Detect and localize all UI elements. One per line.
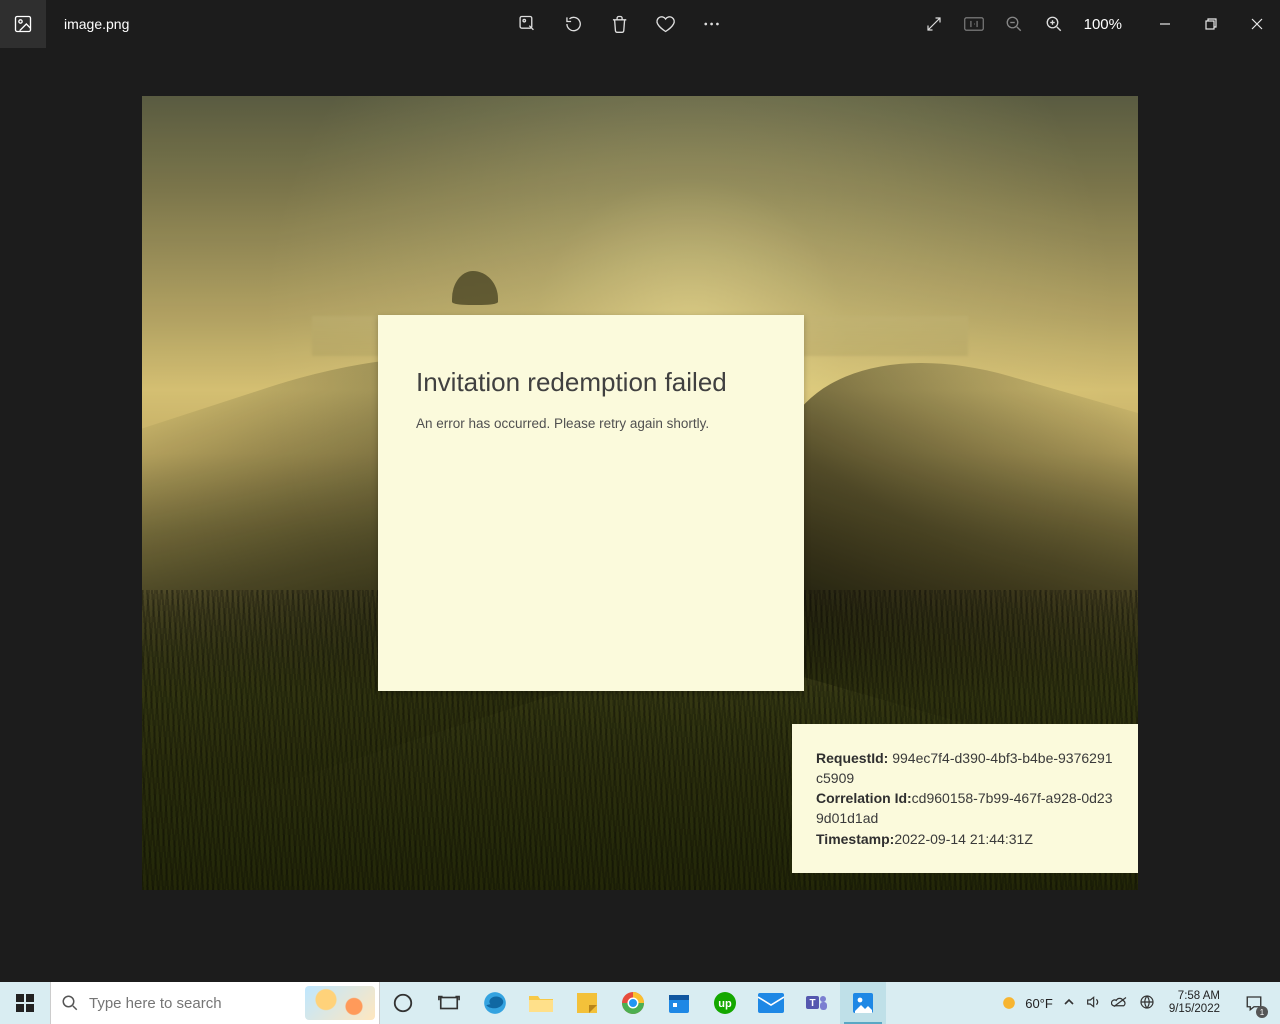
more-icon[interactable] — [702, 14, 722, 34]
svg-text:up: up — [718, 998, 732, 1010]
titlebar-left: image.png — [0, 0, 129, 48]
upwork-icon[interactable]: up — [702, 982, 748, 1024]
correlation-id-row: Correlation Id:cd960158-7b99-467f-a928-0… — [816, 788, 1118, 829]
photos-app-window: image.png — [0, 0, 1280, 982]
timestamp-value: 2022-09-14 21:44:31Z — [894, 831, 1033, 847]
action-center-button[interactable]: 1 — [1234, 982, 1274, 1024]
pinned-apps: up T — [380, 982, 886, 1024]
timestamp-label: Timestamp: — [816, 831, 894, 847]
weather-icon — [999, 993, 1019, 1013]
mail-icon[interactable] — [748, 982, 794, 1024]
search-icon — [61, 994, 79, 1012]
actual-size-icon[interactable] — [964, 14, 984, 34]
clock-time: 7:58 AM — [1178, 990, 1220, 1003]
clock-date: 9/15/2022 — [1169, 1003, 1220, 1016]
zoom-controls: 100% — [924, 14, 1122, 34]
edit-icon[interactable] — [518, 14, 538, 34]
minimize-button[interactable] — [1142, 8, 1188, 40]
cortana-button[interactable] — [380, 982, 426, 1024]
titlebar-tools — [518, 0, 722, 48]
details-card: RequestId: 994ec7f4-d390-4bf3-b4be-93762… — [792, 724, 1138, 873]
error-message: An error has occurred. Please retry agai… — [416, 416, 766, 431]
search-highlight-art — [305, 986, 375, 1020]
sticky-notes-icon[interactable] — [564, 982, 610, 1024]
delete-icon[interactable] — [610, 14, 630, 34]
taskbar-clock[interactable]: 7:58 AM 9/15/2022 — [1165, 990, 1224, 1016]
rotate-icon[interactable] — [564, 14, 584, 34]
request-id-label: RequestId: — [816, 750, 888, 766]
error-card: Invitation redemption failed An error ha… — [378, 315, 804, 691]
taskbar-search[interactable] — [50, 982, 380, 1024]
zoom-out-icon[interactable] — [1004, 14, 1024, 34]
window-controls — [1142, 8, 1280, 40]
teams-icon[interactable]: T — [794, 982, 840, 1024]
taskbar: up T 60°F 7:58 AM 9/15/2022 1 — [0, 982, 1280, 1024]
file-explorer-icon[interactable] — [518, 982, 564, 1024]
chrome-icon[interactable] — [610, 982, 656, 1024]
weather-temp: 60°F — [1025, 996, 1053, 1011]
start-button[interactable] — [0, 982, 50, 1024]
edge-app-icon[interactable] — [472, 982, 518, 1024]
weather-widget[interactable]: 60°F — [999, 993, 1053, 1013]
calendar-icon[interactable] — [656, 982, 702, 1024]
request-id-row: RequestId: 994ec7f4-d390-4bf3-b4be-93762… — [816, 748, 1118, 789]
image-viewport[interactable]: Invitation redemption failed An error ha… — [0, 48, 1280, 982]
photos-titlebar: image.png — [0, 0, 1280, 48]
favorite-icon[interactable] — [656, 14, 676, 34]
svg-text:T: T — [809, 998, 815, 1009]
timestamp-row: Timestamp:2022-09-14 21:44:31Z — [816, 829, 1118, 849]
fullscreen-icon[interactable] — [924, 14, 944, 34]
tray-chevron-icon[interactable] — [1063, 996, 1075, 1011]
error-title: Invitation redemption failed — [416, 367, 766, 398]
maximize-button[interactable] — [1188, 8, 1234, 40]
zoom-in-icon[interactable] — [1044, 14, 1064, 34]
file-name: image.png — [64, 16, 129, 32]
titlebar-right: 100% — [924, 0, 1280, 48]
zoom-level: 100% — [1084, 16, 1122, 33]
volume-icon[interactable] — [1085, 994, 1101, 1013]
photos-taskbar-icon[interactable] — [840, 982, 886, 1024]
photos-app-icon[interactable] — [0, 0, 46, 48]
onedrive-icon[interactable] — [1111, 995, 1129, 1012]
tray-icons — [1063, 994, 1155, 1013]
task-view-button[interactable] — [426, 982, 472, 1024]
notification-badge: 1 — [1256, 1006, 1268, 1018]
viewed-image: Invitation redemption failed An error ha… — [142, 96, 1138, 890]
correlation-id-label: Correlation Id: — [816, 790, 912, 806]
network-icon[interactable] — [1139, 994, 1155, 1013]
system-tray: 60°F 7:58 AM 9/15/2022 1 — [989, 982, 1280, 1024]
close-button[interactable] — [1234, 8, 1280, 40]
